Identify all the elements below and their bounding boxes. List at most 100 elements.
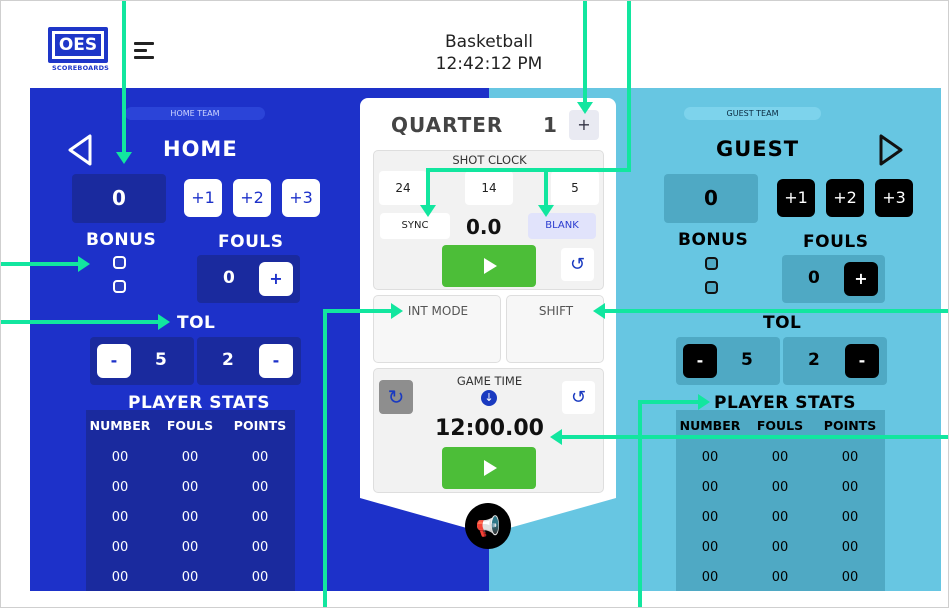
game-time-section: ↻ GAME TIME ↓ ↺ 12:00.00 [373, 368, 604, 493]
guest-bonus-indicator-2[interactable] [705, 281, 718, 294]
count-down-icon[interactable]: ↓ [481, 390, 497, 406]
app-header: OES SCOREBOARDS Basketball 12:42:12 PM [0, 0, 949, 88]
guest-tol-partial-counter: 2 - [783, 337, 887, 385]
home-stats-cell: 00 [181, 570, 199, 585]
home-stats-cell: 00 [181, 480, 199, 495]
home-stats-cell: 00 [181, 540, 199, 555]
home-stats-cell: 00 [111, 540, 129, 555]
guest-plus1-button[interactable]: +1 [777, 179, 815, 217]
guest-stats-cell: 00 [841, 510, 859, 525]
home-player-stats-table: NUMBER FOULS POINTS 00 00 00 00 00 00 00 00 00 00 00 0… [86, 410, 295, 591]
home-stats-cell: 00 [251, 450, 269, 465]
shot-clock-label: SHOT CLOCK [452, 153, 527, 167]
home-stats-cell: 00 [251, 480, 269, 495]
home-fouls-counter: 0 + [197, 255, 300, 303]
guest-tol-label: TOL [763, 313, 802, 333]
home-tol-full-counter: - 5 [90, 337, 194, 385]
guest-bonus-label: BONUS [678, 230, 749, 250]
guest-tol-full-value: 5 [741, 350, 753, 370]
home-team-tag: HOME TEAM [125, 107, 265, 120]
guest-tol-partial-minus-button[interactable]: - [845, 344, 879, 378]
quarter-plus-button[interactable]: + [569, 110, 599, 140]
guest-stats-cell: 00 [771, 450, 789, 465]
home-stats-header-cell: POINTS [233, 418, 287, 433]
home-stats-cell: 00 [251, 570, 269, 585]
guest-plus2-button[interactable]: +2 [826, 179, 864, 217]
game-time-play-button[interactable] [442, 447, 536, 489]
game-time-reset-icon[interactable]: ↺ [562, 381, 595, 414]
guest-stats-header-cell: NUMBER [679, 418, 741, 433]
guest-stats-cell: 00 [701, 540, 719, 555]
shift-button[interactable]: SHIFT [506, 295, 604, 363]
sync-button[interactable]: SYNC [380, 213, 450, 239]
home-stats-cell: 00 [251, 510, 269, 525]
quarter-label: QUARTER [391, 113, 504, 137]
home-tol-full-minus-button[interactable]: - [97, 344, 131, 378]
guest-plus3-button[interactable]: +3 [875, 179, 913, 217]
shot-preset-24-button[interactable]: 24 [379, 171, 427, 205]
guest-fouls-label: FOULS [803, 232, 869, 252]
quarter-value: 1 [543, 113, 557, 137]
play-icon [484, 460, 497, 476]
home-plus2-button[interactable]: +2 [233, 179, 271, 217]
guest-tol-full-counter: - 5 [676, 337, 780, 385]
oes-logo: OES SCOREBOARDS [48, 27, 114, 77]
guest-stats-cell: 00 [701, 480, 719, 495]
guest-fouls-plus-button[interactable]: + [844, 262, 878, 296]
home-bonus-label: BONUS [86, 230, 157, 250]
shot-preset-14-button[interactable]: 14 [465, 171, 513, 205]
home-score: 0 [72, 174, 166, 223]
guest-stats-cell: 00 [771, 570, 789, 585]
home-fouls-plus-button[interactable]: + [259, 262, 293, 296]
home-tol-full-value: 5 [155, 350, 167, 370]
home-tol-label: TOL [177, 313, 216, 333]
guest-stats-cell: 00 [841, 450, 859, 465]
guest-stats-cell: 00 [771, 540, 789, 555]
guest-stats-cell: 00 [701, 450, 719, 465]
home-stats-cell: 00 [251, 540, 269, 555]
home-tol-partial-minus-button[interactable]: - [259, 344, 293, 378]
guest-tol-partial-value: 2 [808, 350, 820, 370]
home-stats-cell: 00 [181, 450, 199, 465]
shot-clock-reset-icon[interactable]: ↺ [561, 248, 594, 281]
home-plus3-button[interactable]: +3 [282, 179, 320, 217]
next-team-arrow-icon[interactable] [877, 133, 905, 167]
guest-tol-full-minus-button[interactable]: - [683, 344, 717, 378]
home-stats-cell: 00 [181, 510, 199, 525]
home-bonus-indicator-1[interactable] [113, 256, 126, 269]
shot-clock-value: 0.0 [466, 215, 502, 239]
sport-title: Basketball [445, 32, 533, 52]
guest-score: 0 [664, 174, 758, 223]
home-tol-partial-counter: 2 - [197, 337, 301, 385]
horn-megaphone-icon[interactable]: 📢 [465, 503, 511, 549]
home-stats-header-cell: FOULS [166, 418, 214, 433]
home-plus1-button[interactable]: +1 [184, 179, 222, 217]
guest-stats-cell: 00 [841, 480, 859, 495]
guest-stats-cell: 00 [841, 570, 859, 585]
home-stats-cell: 00 [111, 450, 129, 465]
home-stats-cell: 00 [111, 510, 129, 525]
home-tol-partial-value: 2 [222, 350, 234, 370]
guest-stats-cell: 00 [841, 540, 859, 555]
clock-time: 12:42:12 PM [435, 54, 543, 74]
shot-clock-play-button[interactable] [442, 245, 536, 287]
menu-icon[interactable] [134, 42, 154, 63]
guest-stats-cell: 00 [701, 570, 719, 585]
guest-stats-cell: 00 [771, 480, 789, 495]
guest-stats-header-cell: FOULS [756, 418, 804, 433]
guest-team-name: GUEST [716, 137, 800, 161]
prev-team-arrow-icon[interactable] [66, 133, 94, 167]
guest-bonus-indicator-1[interactable] [705, 257, 718, 270]
home-team-name: HOME [163, 137, 238, 161]
guest-stats-header-cell: POINTS [823, 418, 877, 433]
guest-fouls-counter: 0 + [782, 255, 885, 303]
shot-preset-5-button[interactable]: 5 [551, 171, 599, 205]
game-control-card: QUARTER 1 + SHOT CLOCK 24 14 5 SYNC 0.0 … [360, 98, 616, 553]
shift-label: SHIFT [538, 304, 574, 318]
guest-team-tag: GUEST TEAM [684, 107, 821, 120]
home-stats-cell: 00 [111, 570, 129, 585]
play-icon [484, 258, 497, 274]
guest-stats-cell: 00 [701, 510, 719, 525]
home-bonus-indicator-2[interactable] [113, 280, 126, 293]
home-stats-header-cell: NUMBER [89, 418, 151, 433]
